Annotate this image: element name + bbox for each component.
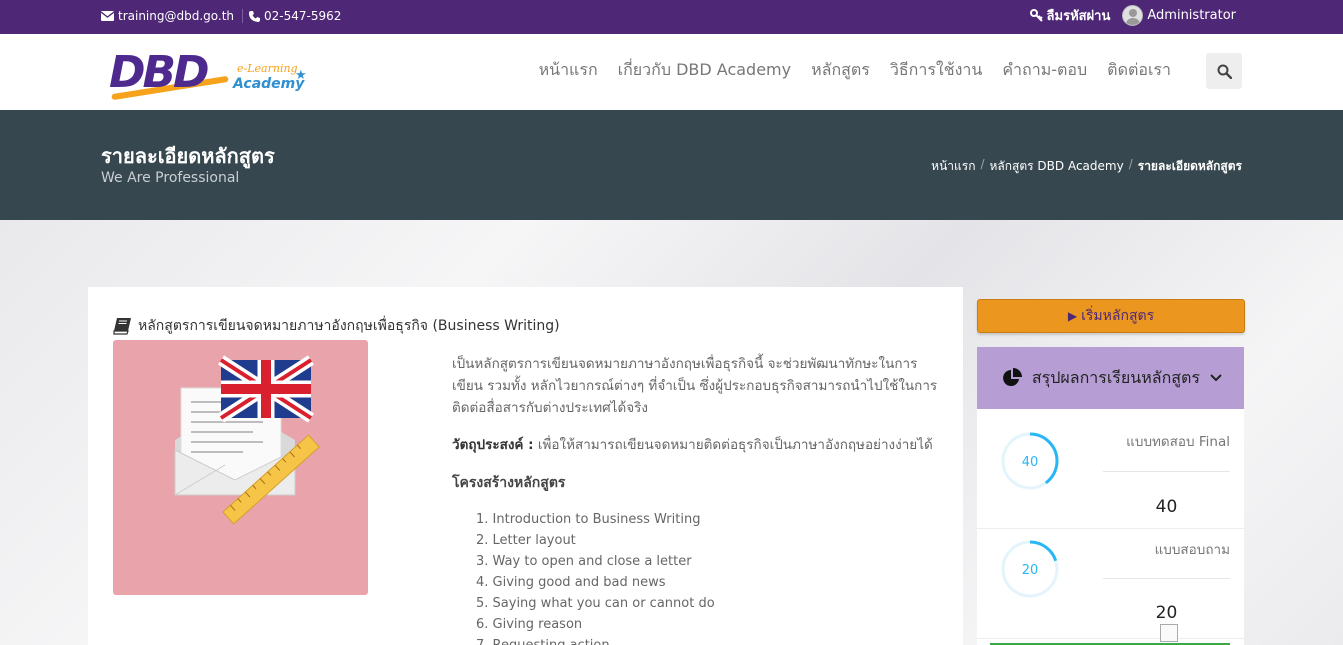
survey-score: 20 แบบสอบถาม 20: [977, 529, 1244, 639]
user-menu[interactable]: Administrator: [1122, 5, 1236, 26]
header: DBD e-Learning Academy ★ หน้าแรก เกี่ยวก…: [0, 34, 1343, 110]
list-item: 1. Introduction to Business Writing: [476, 512, 701, 527]
score-value: 40: [1155, 497, 1178, 517]
list-item: 6. Giving reason: [476, 617, 583, 632]
nav-home[interactable]: หน้าแรก: [539, 58, 598, 83]
score-value: 20: [1155, 603, 1178, 623]
divider: [1103, 578, 1230, 579]
nav-faq[interactable]: คำถาม-ตอบ: [1002, 58, 1087, 83]
objective-label: วัตถุประสงค์ :: [452, 437, 534, 453]
nav-courses[interactable]: หลักสูตร: [811, 58, 870, 83]
phone-link[interactable]: 02-547-5962: [249, 9, 341, 23]
list-item: 7. Requesting action: [476, 635, 715, 645]
course-title-row: หลักสูตรการเขียนจดหมายภาษาอังกฤษเพื่อธุร…: [113, 315, 560, 337]
nav-howto[interactable]: วิธีการใช้งาน: [890, 58, 982, 83]
breadcrumb-separator: /: [980, 157, 985, 171]
progress-ring: 40: [1001, 432, 1059, 490]
objective-text: เพื่อให้สามารถเขียนจดหมายติดต่อธุรกิจเป็…: [533, 437, 933, 453]
divider: [242, 9, 244, 23]
start-course-button[interactable]: ▶ เริ่มหลักสูตร: [977, 299, 1245, 333]
course-thumbnail: [113, 340, 368, 595]
avatar: [1122, 5, 1144, 26]
email-text: training@dbd.go.th: [118, 9, 235, 23]
course-description: เป็นหลักสูตรการเขียนจดหมายภาษาอังกฤษเพื่…: [452, 356, 938, 416]
username: Administrator: [1147, 8, 1236, 23]
star-icon: ★: [295, 68, 307, 83]
page-subtitle: We Are Professional: [101, 170, 240, 186]
course-detail-card: หลักสูตรการเขียนจดหมายภาษาอังกฤษเพื่อธุร…: [88, 287, 963, 645]
start-course-label: เริ่มหลักสูตร: [1081, 308, 1155, 324]
score-label: แบบสอบถาม: [1154, 542, 1230, 558]
top-bar: training@dbd.go.th 02-547-5962 ลืมรหัสผ่…: [0, 0, 1343, 34]
breadcrumb: หน้าแรก / หลักสูตร DBD Academy / รายละเอ…: [931, 157, 1242, 176]
logo-academy-text: Academy: [233, 76, 305, 92]
contact-info: training@dbd.go.th 02-547-5962: [101, 9, 341, 23]
list-item: 3. Way to open and close a letter: [476, 554, 692, 569]
list-item: 5. Saying what you can or cannot do: [476, 596, 715, 611]
breadcrumb-courses[interactable]: หลักสูตร DBD Academy: [990, 157, 1124, 176]
page-title-band: รายละเอียดหลักสูตร We Are Professional ห…: [0, 110, 1343, 220]
forgot-password-label: ลืมรหัสผ่าน: [1046, 9, 1111, 24]
breadcrumb-current: รายละเอียดหลักสูตร: [1137, 159, 1242, 173]
main-nav: หน้าแรก เกี่ยวกับ DBD Academy หลักสูตร ว…: [539, 58, 1171, 83]
search-icon: [1217, 64, 1232, 79]
user-area: ลืมรหัสผ่าน Administrator: [1029, 5, 1236, 26]
search-button[interactable]: [1206, 53, 1242, 89]
ring-value: 20: [1022, 563, 1039, 578]
list-item: 2. Letter layout: [476, 533, 576, 548]
progress-ring: 20: [1001, 540, 1059, 598]
ring-value: 40: [1022, 455, 1039, 470]
logo-main-text: DBD: [109, 47, 210, 98]
letter-flag-illustration: [174, 355, 320, 525]
envelope-icon: [101, 11, 114, 21]
chevron-down-icon: [1210, 374, 1222, 382]
final-exam-score: 40 แบบทดสอบ Final 40: [977, 409, 1244, 529]
phone-icon: [249, 10, 261, 22]
page-title: รายละเอียดหลักสูตร: [101, 144, 275, 168]
learning-summary-panel: สรุปผลการเรียนหลักสูตร 40 แบบทดสอบ Final…: [977, 347, 1244, 645]
broken-image-icon: [1160, 624, 1178, 642]
summary-title: สรุปผลการเรียนหลักสูตร: [1031, 367, 1200, 387]
phone-text: 02-547-5962: [264, 9, 342, 23]
play-icon: ▶: [1067, 309, 1078, 323]
logo-elearning-text: e-Learning: [237, 62, 298, 75]
summary-header[interactable]: สรุปผลการเรียนหลักสูตร: [977, 347, 1244, 409]
breadcrumb-separator: /: [1128, 157, 1133, 171]
breadcrumb-home[interactable]: หน้าแรก: [931, 157, 975, 176]
email-link[interactable]: training@dbd.go.th: [101, 9, 234, 23]
course-objective: วัตถุประสงค์ : เพื่อให้สามารถเขียนจดหมาย…: [452, 433, 933, 455]
pie-chart-icon: [1002, 368, 1022, 386]
divider: [1103, 471, 1230, 472]
list-item: 4. Giving good and bad news: [476, 575, 666, 590]
score-label: แบบทดสอบ Final: [1126, 434, 1230, 450]
structure-title: โครงสร้างหลักสูตร: [452, 475, 566, 491]
forgot-password-link[interactable]: ลืมรหัสผ่าน: [1029, 5, 1111, 26]
book-icon: [113, 318, 131, 335]
nav-about[interactable]: เกี่ยวกับ DBD Academy: [618, 58, 791, 83]
course-outline: 1. Introduction to Business Writing 2. L…: [476, 509, 715, 645]
key-icon: [1029, 9, 1043, 22]
dbd-academy-logo[interactable]: DBD e-Learning Academy ★: [109, 47, 309, 101]
nav-contact[interactable]: ติดต่อเรา: [1107, 58, 1171, 83]
course-title: หลักสูตรการเขียนจดหมายภาษาอังกฤษเพื่อธุร…: [138, 318, 560, 334]
